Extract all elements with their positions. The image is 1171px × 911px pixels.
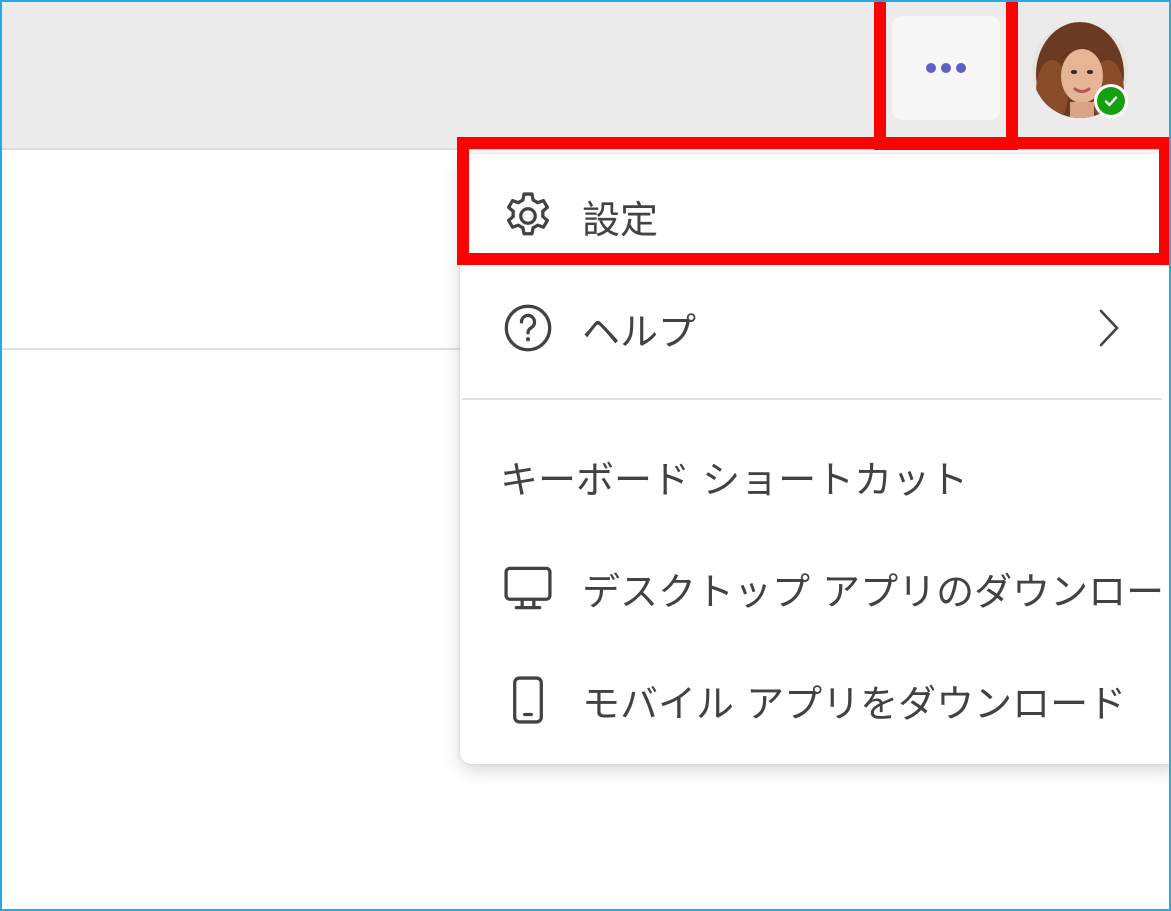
mobile-icon xyxy=(500,672,556,728)
more-horizontal-icon xyxy=(926,63,936,73)
menu-item-download-desktop-app[interactable]: デスクトップ アプリのダウンロード xyxy=(460,538,1169,638)
window-frame: 設定 ヘルプ キーボード ショートカット デスクトップ アプリのダウンロード モ… xyxy=(0,0,1171,911)
presence-badge xyxy=(1094,84,1128,118)
content-divider xyxy=(2,348,462,350)
avatar[interactable] xyxy=(1032,22,1128,118)
menu-divider xyxy=(462,398,1162,400)
menu-item-help[interactable]: ヘルプ xyxy=(460,278,1160,378)
more-dot xyxy=(941,63,951,73)
help-icon xyxy=(500,300,556,356)
chevron-right-icon xyxy=(1088,300,1128,356)
desktop-icon xyxy=(500,560,556,616)
menu-item-download-mobile-app[interactable]: モバイル アプリをダウンロード xyxy=(460,650,1160,750)
menu-item-label: ヘルプ xyxy=(582,309,697,354)
available-check-icon xyxy=(1104,96,1118,107)
more-dot xyxy=(956,63,966,73)
more-options-menu: 設定 ヘルプ キーボード ショートカット デスクトップ アプリのダウンロード モ… xyxy=(460,154,1169,764)
more-options-button[interactable] xyxy=(892,16,1000,120)
menu-item-label: デスクトップ アプリのダウンロード xyxy=(582,569,1171,614)
settings-icon xyxy=(500,188,556,244)
menu-item-label: キーボード ショートカット xyxy=(500,457,969,502)
menu-item-settings[interactable]: 設定 xyxy=(460,166,1160,266)
menu-item-label: 設定 xyxy=(582,197,659,242)
menu-item-label: モバイル アプリをダウンロード xyxy=(582,681,1127,726)
menu-item-keyboard-shortcuts[interactable]: キーボード ショートカット xyxy=(460,426,1160,526)
